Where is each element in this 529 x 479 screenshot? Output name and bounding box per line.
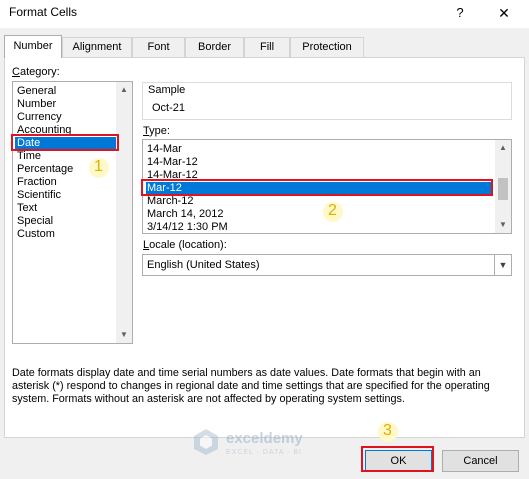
sample-value: Oct-21: [152, 102, 186, 114]
sample-label: Sample: [148, 84, 186, 96]
category-item-text[interactable]: Text: [15, 202, 37, 215]
exceldemy-watermark: exceldemy EXCEL · DATA · BI: [192, 428, 352, 464]
type-item[interactable]: March-12: [146, 195, 193, 208]
sample-group: Sample Oct-21: [142, 82, 512, 120]
tab-protection[interactable]: Protection: [290, 37, 364, 57]
category-scrollbar[interactable]: ▲ ▼: [116, 82, 132, 343]
category-item-currency[interactable]: Currency: [15, 111, 62, 124]
date-highlight-box: [11, 134, 119, 151]
locale-value: English (United States): [147, 259, 260, 271]
tab-number[interactable]: Number: [4, 35, 62, 58]
type-item[interactable]: 14-Mar-12: [146, 156, 198, 169]
category-label: Category:: [12, 66, 60, 78]
type-item[interactable]: 3/14/12 1:30 PM: [146, 221, 228, 231]
type-label: Type:: [143, 125, 170, 137]
type-scrollbar[interactable]: ▲ ▼: [495, 140, 511, 233]
title-bar: Format Cells ? ✕: [0, 0, 529, 28]
locale-select[interactable]: English (United States) ▼: [142, 254, 512, 276]
category-item-percentage[interactable]: Percentage: [15, 163, 73, 176]
step-2-number: 2: [328, 202, 337, 219]
exceldemy-logo-icon: [194, 429, 218, 455]
step-1-number: 1: [94, 158, 103, 175]
category-list[interactable]: General Number Currency Accounting Date …: [12, 81, 133, 344]
watermark-tagline: EXCEL · DATA · BI: [226, 449, 302, 456]
type-item[interactable]: 14-Mar: [146, 143, 182, 156]
scroll-up-icon[interactable]: ▲: [116, 83, 132, 97]
scroll-down-icon[interactable]: ▼: [495, 218, 511, 232]
tab-border[interactable]: Border: [185, 37, 244, 57]
tab-fill[interactable]: Fill: [244, 37, 290, 57]
help-button[interactable]: ?: [449, 2, 471, 24]
category-item-special[interactable]: Special: [15, 215, 53, 228]
category-item-time[interactable]: Time: [15, 150, 41, 163]
dialog-title: Format Cells: [9, 5, 78, 19]
type-highlight-box: [141, 179, 493, 196]
type-item[interactable]: March 14, 2012: [146, 208, 223, 221]
watermark-name: exceldemy: [226, 430, 303, 447]
category-item-fraction[interactable]: Fraction: [15, 176, 57, 189]
category-item-general[interactable]: General: [15, 85, 56, 98]
format-description: Date formats display date and time seria…: [12, 367, 490, 405]
scroll-down-icon[interactable]: ▼: [116, 328, 132, 342]
category-item-number[interactable]: Number: [15, 98, 56, 111]
scroll-up-icon[interactable]: ▲: [495, 141, 511, 155]
tab-font[interactable]: Font: [132, 37, 185, 57]
cancel-button[interactable]: Cancel: [442, 450, 519, 472]
scroll-thumb[interactable]: [498, 178, 508, 200]
chevron-down-icon[interactable]: ▼: [494, 255, 511, 275]
category-item-scientific[interactable]: Scientific: [15, 189, 61, 202]
category-item-custom[interactable]: Custom: [15, 228, 55, 241]
locale-label: Locale (location):: [143, 239, 227, 251]
tab-alignment[interactable]: Alignment: [62, 37, 132, 57]
step-3-number: 3: [383, 422, 392, 439]
ok-highlight-box: [361, 446, 434, 472]
close-button[interactable]: ✕: [484, 2, 524, 24]
